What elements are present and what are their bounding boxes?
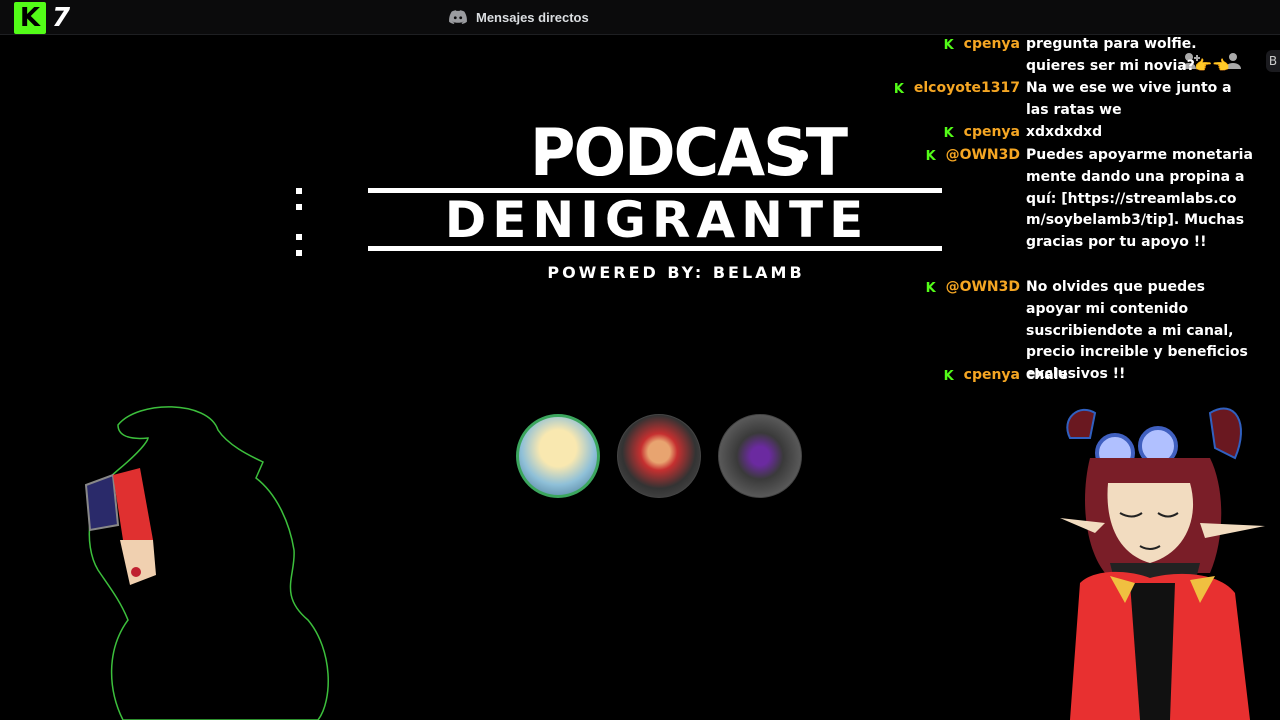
chat-username: cpenya — [963, 36, 1020, 52]
voice-participant-avatar[interactable] — [718, 414, 802, 498]
logo-powered-by: POWERED BY: BELAMB — [547, 263, 805, 282]
chat-username: @OWN3D — [945, 147, 1020, 163]
voice-participant-avatar[interactable] — [516, 414, 600, 498]
chat-text: chale — [1026, 367, 1069, 383]
logo-title-podcast: PODCAST — [530, 114, 848, 191]
chat-overlay: Kcpenya pregunta para wolfie. quieres se… — [880, 34, 1280, 394]
chat-text: Puedes apoyarme monetariamente dando una… — [1026, 147, 1253, 251]
top-bar: K 7 Mensajes directos — [0, 0, 1280, 35]
chat-username: elcoyote1317 — [913, 80, 1020, 96]
voice-participant-avatar[interactable] — [617, 414, 701, 498]
logo-title-denigrante: DENIGRANTE — [444, 191, 870, 249]
discord-label: Mensajes directos — [476, 9, 589, 25]
vtuber-silhouette-left — [84, 406, 329, 720]
kick-badge-icon: K — [925, 281, 936, 296]
chat-text: Na we ese we vive junto a las ratas we — [1026, 80, 1232, 118]
kick-badge-icon: K — [925, 149, 936, 164]
podcast-logo: PODCAST DENIGRANTE POWERED BY: BELAMB — [290, 114, 960, 288]
vtuber-avatar-right — [1060, 407, 1265, 720]
discord-icon — [449, 10, 467, 24]
kick-viewer-badge: K 7 — [14, 2, 74, 34]
kick-badge-icon: K — [943, 38, 954, 53]
kick-badge-icon: K — [893, 82, 904, 97]
chat-text: xdxdxdxd — [1026, 124, 1103, 140]
logo-side-marks — [294, 188, 306, 258]
viewer-count: 7 — [52, 3, 71, 33]
chat-username: cpenya — [963, 367, 1020, 383]
kick-badge-icon: K — [943, 126, 954, 141]
kick-logo-icon: K — [14, 2, 46, 34]
chat-text: pregunta para wolfie. quieres ser mi nov… — [1026, 36, 1230, 74]
kick-badge-icon: K — [943, 369, 954, 384]
chat-username: @OWN3D — [945, 279, 1020, 295]
chat-username: cpenya — [963, 124, 1020, 140]
discord-direct-messages[interactable]: Mensajes directos — [448, 6, 589, 28]
